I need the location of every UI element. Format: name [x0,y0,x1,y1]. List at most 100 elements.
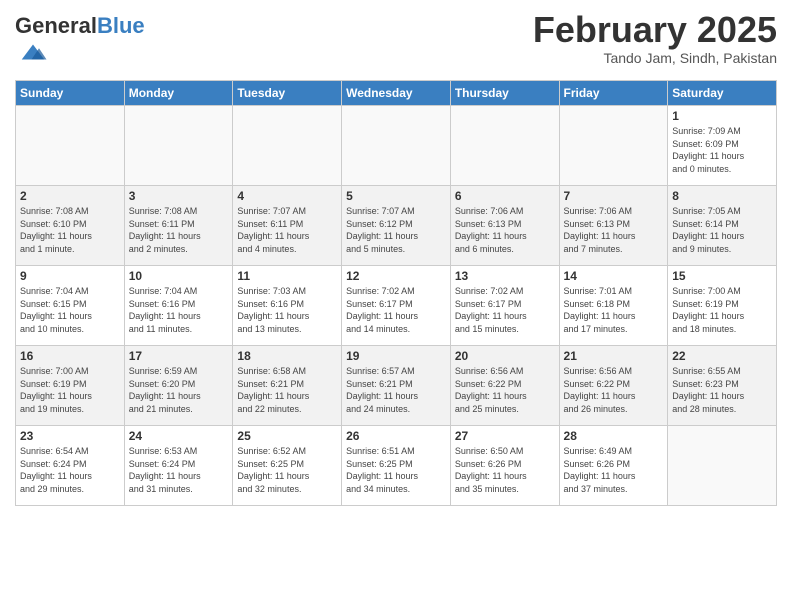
col-wednesday: Wednesday [342,81,451,106]
day-number: 4 [237,189,337,203]
table-row: 16 Sunrise: 7:00 AM Sunset: 6:19 PM Dayli… [16,346,125,426]
table-row: 4 Sunrise: 7:07 AM Sunset: 6:11 PM Daylig… [233,186,342,266]
logo-blue: Blue [97,13,145,38]
day-info: Sunrise: 6:56 AM Sunset: 6:22 PM Dayligh… [455,365,555,415]
day-number: 18 [237,349,337,363]
day-info: Sunrise: 6:57 AM Sunset: 6:21 PM Dayligh… [346,365,446,415]
day-info: Sunrise: 6:59 AM Sunset: 6:20 PM Dayligh… [129,365,229,415]
day-number: 23 [20,429,120,443]
table-row: 22Sunrise: 6:55 AM Sunset: 6:23 PM Dayli… [668,346,777,426]
table-row: 23Sunrise: 6:54 AM Sunset: 6:24 PM Dayli… [16,426,125,506]
day-info: Sunrise: 6:52 AM Sunset: 6:25 PM Dayligh… [237,445,337,495]
col-friday: Friday [559,81,668,106]
day-number: 9 [20,269,120,283]
logo-icon [18,37,48,67]
calendar-week-row: 1 Sunrise: 7:09 AM Sunset: 6:09 PM Daylig… [16,106,777,186]
day-number: 12 [346,269,446,283]
day-info: Sunrise: 7:00 AM Sunset: 6:19 PM Dayligh… [672,285,772,335]
day-info: Sunrise: 7:04 AM Sunset: 6:16 PM Dayligh… [129,285,229,335]
calendar-week-row: 23Sunrise: 6:54 AM Sunset: 6:24 PM Dayli… [16,426,777,506]
location: Tando Jam, Sindh, Pakistan [533,50,777,66]
logo: GeneralBlue [15,15,145,72]
table-row [342,106,451,186]
table-row [559,106,668,186]
calendar-header-row: Sunday Monday Tuesday Wednesday Thursday… [16,81,777,106]
table-row: 20 Sunrise: 6:56 AM Sunset: 6:22 PM Dayli… [450,346,559,426]
day-info: Sunrise: 7:04 AM Sunset: 6:15 PM Dayligh… [20,285,120,335]
table-row: 8 Sunrise: 7:05 AM Sunset: 6:14 PM Daylig… [668,186,777,266]
table-row: 21Sunrise: 6:56 AM Sunset: 6:22 PM Dayli… [559,346,668,426]
table-row: 10 Sunrise: 7:04 AM Sunset: 6:16 PM Dayli… [124,266,233,346]
day-number: 24 [129,429,229,443]
day-number: 22 [672,349,772,363]
table-row: 14 Sunrise: 7:01 AM Sunset: 6:18 PM Dayli… [559,266,668,346]
table-row: 6 Sunrise: 7:06 AM Sunset: 6:13 PM Daylig… [450,186,559,266]
day-info: Sunrise: 6:56 AM Sunset: 6:22 PM Dayligh… [564,365,664,415]
logo-general: General [15,13,97,38]
day-info: Sunrise: 6:58 AM Sunset: 6:21 PM Dayligh… [237,365,337,415]
day-info: Sunrise: 7:09 AM Sunset: 6:09 PM Dayligh… [672,125,772,175]
day-info: Sunrise: 6:51 AM Sunset: 6:25 PM Dayligh… [346,445,446,495]
col-saturday: Saturday [668,81,777,106]
day-number: 8 [672,189,772,203]
day-number: 20 [455,349,555,363]
calendar-week-row: 9 Sunrise: 7:04 AM Sunset: 6:15 PM Daylig… [16,266,777,346]
table-row: 7 Sunrise: 7:06 AM Sunset: 6:13 PM Daylig… [559,186,668,266]
table-row: 25 Sunrise: 6:52 AM Sunset: 6:25 PM Dayli… [233,426,342,506]
table-row: 28Sunrise: 6:49 AM Sunset: 6:26 PM Dayli… [559,426,668,506]
col-sunday: Sunday [16,81,125,106]
day-number: 15 [672,269,772,283]
table-row [233,106,342,186]
day-number: 7 [564,189,664,203]
day-info: Sunrise: 7:07 AM Sunset: 6:11 PM Dayligh… [237,205,337,255]
day-number: 1 [672,109,772,123]
table-row: 11Sunrise: 7:03 AM Sunset: 6:16 PM Dayli… [233,266,342,346]
day-info: Sunrise: 7:01 AM Sunset: 6:18 PM Dayligh… [564,285,664,335]
table-row: 15 Sunrise: 7:00 AM Sunset: 6:19 PM Dayli… [668,266,777,346]
day-number: 5 [346,189,446,203]
table-row: 17 Sunrise: 6:59 AM Sunset: 6:20 PM Dayli… [124,346,233,426]
day-number: 28 [564,429,664,443]
day-number: 10 [129,269,229,283]
calendar-week-row: 16 Sunrise: 7:00 AM Sunset: 6:19 PM Dayli… [16,346,777,426]
logo-text: GeneralBlue [15,15,145,37]
table-row: 26Sunrise: 6:51 AM Sunset: 6:25 PM Dayli… [342,426,451,506]
day-number: 25 [237,429,337,443]
day-info: Sunrise: 7:07 AM Sunset: 6:12 PM Dayligh… [346,205,446,255]
day-number: 6 [455,189,555,203]
table-row: 3 Sunrise: 7:08 AM Sunset: 6:11 PM Daylig… [124,186,233,266]
table-row: 9 Sunrise: 7:04 AM Sunset: 6:15 PM Daylig… [16,266,125,346]
day-info: Sunrise: 7:08 AM Sunset: 6:10 PM Dayligh… [20,205,120,255]
day-number: 16 [20,349,120,363]
day-number: 2 [20,189,120,203]
calendar-table: Sunday Monday Tuesday Wednesday Thursday… [15,80,777,506]
day-number: 19 [346,349,446,363]
day-info: Sunrise: 7:06 AM Sunset: 6:13 PM Dayligh… [455,205,555,255]
col-monday: Monday [124,81,233,106]
month-title: February 2025 [533,10,777,50]
calendar-week-row: 2 Sunrise: 7:08 AM Sunset: 6:10 PM Daylig… [16,186,777,266]
day-info: Sunrise: 6:53 AM Sunset: 6:24 PM Dayligh… [129,445,229,495]
day-number: 14 [564,269,664,283]
table-row [668,426,777,506]
day-info: Sunrise: 6:50 AM Sunset: 6:26 PM Dayligh… [455,445,555,495]
table-row [450,106,559,186]
day-number: 27 [455,429,555,443]
day-info: Sunrise: 7:06 AM Sunset: 6:13 PM Dayligh… [564,205,664,255]
table-row: 13 Sunrise: 7:02 AM Sunset: 6:17 PM Dayli… [450,266,559,346]
day-info: Sunrise: 7:08 AM Sunset: 6:11 PM Dayligh… [129,205,229,255]
day-info: Sunrise: 7:00 AM Sunset: 6:19 PM Dayligh… [20,365,120,415]
day-info: Sunrise: 7:05 AM Sunset: 6:14 PM Dayligh… [672,205,772,255]
day-number: 17 [129,349,229,363]
day-info: Sunrise: 7:02 AM Sunset: 6:17 PM Dayligh… [346,285,446,335]
day-info: Sunrise: 7:03 AM Sunset: 6:16 PM Dayligh… [237,285,337,335]
header: GeneralBlue February 2025 Tando Jam, Sin… [15,10,777,72]
table-row: 12 Sunrise: 7:02 AM Sunset: 6:17 PM Dayli… [342,266,451,346]
table-row: 1 Sunrise: 7:09 AM Sunset: 6:09 PM Daylig… [668,106,777,186]
table-row: 19 Sunrise: 6:57 AM Sunset: 6:21 PM Dayli… [342,346,451,426]
day-number: 13 [455,269,555,283]
day-info: Sunrise: 7:02 AM Sunset: 6:17 PM Dayligh… [455,285,555,335]
table-row [124,106,233,186]
table-row: 2 Sunrise: 7:08 AM Sunset: 6:10 PM Daylig… [16,186,125,266]
day-number: 3 [129,189,229,203]
